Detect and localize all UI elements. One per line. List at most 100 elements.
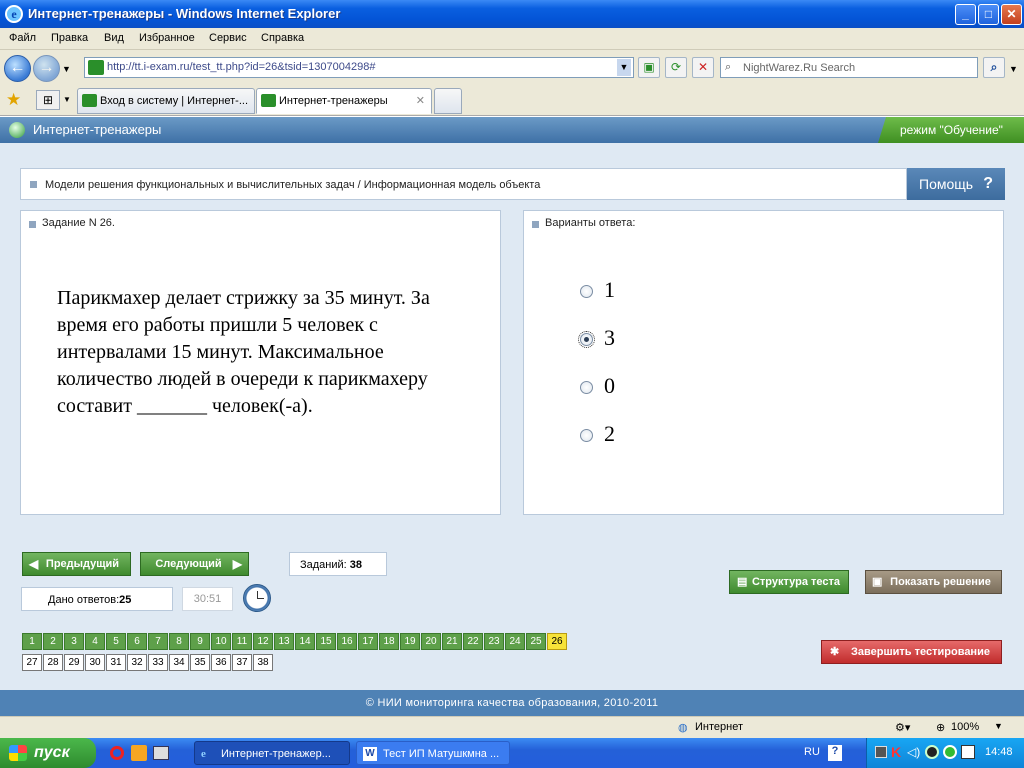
quick-tabs-icon[interactable]: ⊞ [36, 90, 60, 110]
search-provider-icon: ⌕ [725, 61, 732, 73]
status-zoom[interactable]: 100% [951, 721, 979, 733]
tab-label: Интернет-тренажеры [279, 95, 388, 107]
question-number-done[interactable]: 12 [253, 633, 273, 650]
menu-tools[interactable]: Сервис [209, 32, 247, 44]
question-number-done[interactable]: 21 [442, 633, 462, 650]
windows-logo-icon [9, 745, 27, 761]
question-number-done[interactable]: 23 [484, 633, 504, 650]
question-number-done[interactable]: 15 [316, 633, 336, 650]
history-dropdown-icon[interactable]: ▼ [62, 64, 71, 74]
tab-login[interactable]: Вход в систему | Интернет-... [77, 88, 255, 114]
question-number-done[interactable]: 14 [295, 633, 315, 650]
question-number-todo[interactable]: 37 [232, 654, 252, 671]
maximize-button[interactable]: □ [978, 4, 999, 25]
prev-button[interactable]: ◀ Предыдущий [22, 552, 131, 576]
kaspersky-icon[interactable]: K [891, 744, 901, 760]
forward-icon[interactable]: → [33, 55, 60, 82]
test-structure-button[interactable]: ▤ Структура теста [729, 570, 849, 594]
question-number-done[interactable]: 6 [127, 633, 147, 650]
question-number-done[interactable]: 8 [169, 633, 189, 650]
radio-button[interactable] [580, 381, 593, 394]
question-number-done[interactable]: 24 [505, 633, 525, 650]
tab-close-icon[interactable]: ✕ [416, 89, 425, 113]
question-number-done[interactable]: 22 [463, 633, 483, 650]
menu-file[interactable]: Файл [9, 32, 36, 44]
finish-test-button[interactable]: ✱ Завершить тестирование [821, 640, 1002, 664]
question-number-todo[interactable]: 29 [64, 654, 84, 671]
question-number-done[interactable]: 7 [148, 633, 168, 650]
tray-sync-icon[interactable] [943, 745, 957, 759]
back-icon[interactable]: ← [4, 55, 31, 82]
tray-network-icon[interactable] [961, 745, 975, 759]
question-number-done[interactable]: 9 [190, 633, 210, 650]
show-solution-button[interactable]: ▣ Показать решение [865, 570, 1002, 594]
quicklaunch-app-icon[interactable] [131, 745, 147, 761]
menu-edit[interactable]: Правка [51, 32, 88, 44]
help-button[interactable]: Помощь ? [907, 168, 1005, 200]
menu-view[interactable]: Вид [104, 32, 124, 44]
question-number-done[interactable]: 19 [400, 633, 420, 650]
language-indicator[interactable]: RU [804, 746, 820, 758]
radio-button[interactable] [580, 429, 593, 442]
radio-button-selected[interactable] [578, 331, 595, 348]
question-number-done[interactable]: 13 [274, 633, 294, 650]
question-number-cur[interactable]: 26 [547, 633, 567, 650]
address-dropdown-icon[interactable]: ▼ [617, 59, 631, 76]
tab-trainers[interactable]: Интернет-тренажеры ✕ [256, 88, 432, 114]
address-input[interactable]: http://tt.i-exam.ru/test_tt.php?id=26&ts… [84, 57, 634, 78]
stop-icon[interactable]: ✕ [692, 57, 714, 78]
question-number-todo[interactable]: 38 [253, 654, 273, 671]
help-tray-icon[interactable]: ? [828, 745, 842, 761]
question-number-done[interactable]: 18 [379, 633, 399, 650]
show-desktop-icon[interactable] [153, 746, 169, 760]
menu-bar: Файл Правка Вид Избранное Сервис Справка [0, 28, 1024, 50]
question-number-done[interactable]: 5 [106, 633, 126, 650]
tab-list-dropdown-icon[interactable]: ▼ [63, 95, 71, 104]
ie-icon: e [201, 748, 206, 760]
question-number-done[interactable]: 3 [64, 633, 84, 650]
question-number-done[interactable]: 2 [43, 633, 63, 650]
question-number-todo[interactable]: 30 [85, 654, 105, 671]
new-tab-button[interactable] [434, 88, 462, 114]
tray-player-icon[interactable] [925, 745, 939, 759]
close-button[interactable]: ✕ [1001, 4, 1022, 25]
opera-icon[interactable] [110, 746, 124, 760]
compat-view-icon[interactable]: ▣ [638, 57, 660, 78]
question-number-todo[interactable]: 28 [43, 654, 63, 671]
next-button[interactable]: Следующий ▶ [140, 552, 249, 576]
question-number-done[interactable]: 1 [22, 633, 42, 650]
question-number-done[interactable]: 11 [232, 633, 252, 650]
start-button[interactable]: пуск [0, 738, 96, 768]
search-input[interactable]: ⌕ NightWarez.Ru Search [720, 57, 978, 78]
radio-button[interactable] [580, 285, 593, 298]
taskbar-item-word[interactable]: W Тест ИП Матушкмна ... [356, 741, 510, 765]
search-icon[interactable]: ⌕ [983, 57, 1005, 78]
question-number-todo[interactable]: 33 [148, 654, 168, 671]
question-number-todo[interactable]: 35 [190, 654, 210, 671]
tray-app-icon[interactable] [875, 746, 887, 758]
refresh-icon[interactable]: ⟳ [665, 57, 687, 78]
question-number-done[interactable]: 16 [337, 633, 357, 650]
taskbar-item-ie[interactable]: e Интернет-тренажер... [194, 741, 350, 765]
menu-favorites[interactable]: Избранное [139, 32, 195, 44]
question-number-todo[interactable]: 31 [106, 654, 126, 671]
protected-mode-icon[interactable]: ⚙▾ [895, 721, 910, 734]
minimize-button[interactable]: _ [955, 4, 976, 25]
question-number-done[interactable]: 25 [526, 633, 546, 650]
question-number-todo[interactable]: 27 [22, 654, 42, 671]
question-number-done[interactable]: 17 [358, 633, 378, 650]
volume-icon[interactable]: ◁) [907, 745, 920, 759]
question-number-done[interactable]: 4 [85, 633, 105, 650]
favorites-star-icon[interactable]: ★ [6, 90, 21, 110]
question-number-done[interactable]: 10 [211, 633, 231, 650]
menu-help[interactable]: Справка [261, 32, 304, 44]
tab-bar: ★ ⊞ ▼ Вход в систему | Интернет-... Инте… [0, 84, 1024, 116]
question-number-todo[interactable]: 32 [127, 654, 147, 671]
question-number-todo[interactable]: 36 [211, 654, 231, 671]
question-number-done[interactable]: 20 [421, 633, 441, 650]
question-number-todo[interactable]: 34 [169, 654, 189, 671]
window-title: Интернет-тренажеры - Windows Internet Ex… [28, 6, 341, 21]
zoom-dropdown-icon[interactable]: ▼ [994, 721, 1003, 731]
search-options-icon[interactable]: ▼ [1009, 64, 1018, 74]
tasks-label: Заданий: [300, 559, 347, 571]
